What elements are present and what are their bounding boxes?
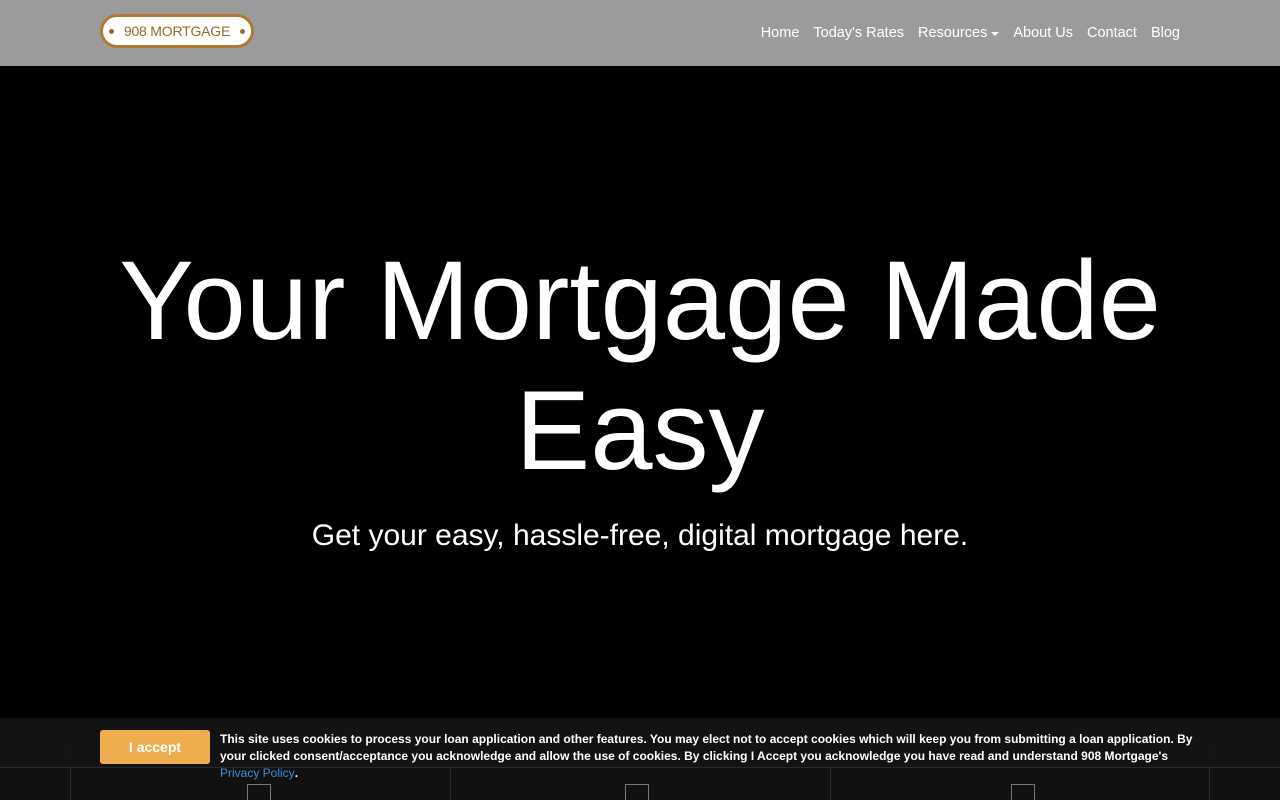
accept-cookies-button[interactable]: I accept <box>100 730 210 764</box>
brand-logo[interactable]: 908 MORTGAGE <box>100 14 254 48</box>
hero-title: Your Mortgage Made Easy <box>119 238 1161 493</box>
privacy-policy-link[interactable]: Privacy Policy <box>220 766 295 780</box>
logo-dot-right <box>240 28 246 34</box>
hero-section: Your Mortgage Made Easy Get your easy, h… <box>0 66 1280 718</box>
cookie-notice-text: This site uses cookies to process your l… <box>220 731 1200 782</box>
nav-todays-rates[interactable]: Today's Rates <box>813 25 904 41</box>
nav-about-us[interactable]: About Us <box>1013 25 1073 41</box>
cookie-message: This site uses cookies to process your l… <box>220 732 1193 763</box>
feature-icon <box>1011 784 1035 800</box>
nav-home[interactable]: Home <box>761 25 800 41</box>
cookie-message-end: . <box>294 766 299 780</box>
logo-dot-left <box>108 28 114 34</box>
hero-subtitle: Get your easy, hassle-free, digital mort… <box>311 519 969 552</box>
top-navbar: 908 MORTGAGE Home Today's Rates Resource… <box>0 0 1280 66</box>
nav-blog[interactable]: Blog <box>1151 25 1180 41</box>
logo-text: 908 MORTGAGE <box>123 23 231 39</box>
nav-contact[interactable]: Contact <box>1087 25 1137 41</box>
cookie-consent-bar: I accept This site uses cookies to proce… <box>0 718 1280 780</box>
main-nav: Home Today's Rates Resources About Us Co… <box>761 0 1180 66</box>
nav-resources-dropdown[interactable]: Resources <box>918 25 1000 41</box>
caret-down-icon <box>991 32 1000 36</box>
feature-icon <box>247 784 271 800</box>
nav-resources-label: Resources <box>918 25 988 41</box>
feature-icon <box>625 784 649 800</box>
